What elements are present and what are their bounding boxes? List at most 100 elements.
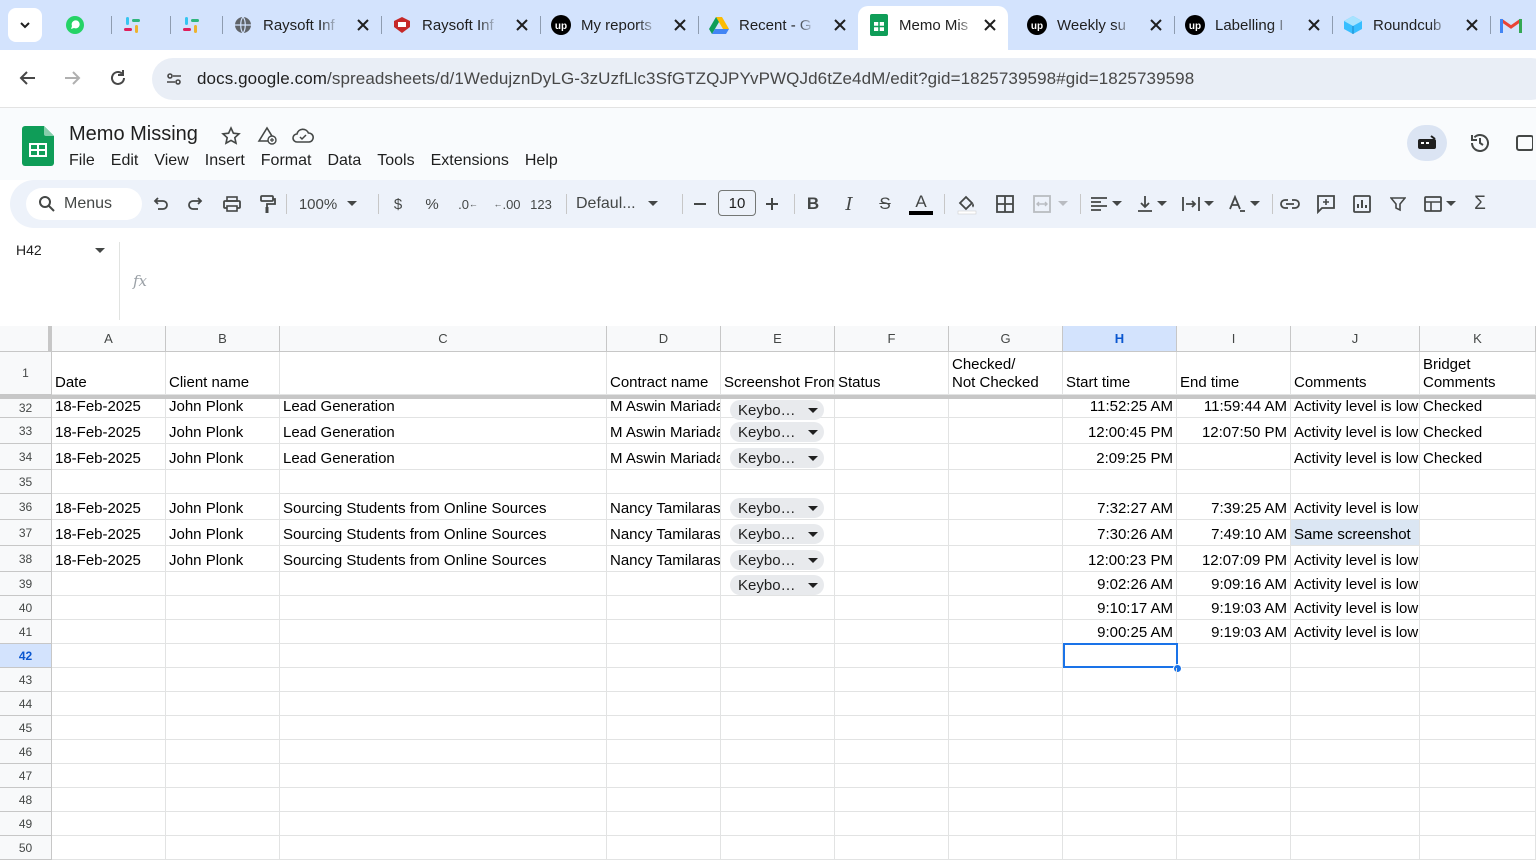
cell[interactable] (52, 788, 166, 812)
percent-format-button[interactable]: % (422, 190, 442, 218)
cell[interactable] (166, 668, 280, 692)
cell[interactable] (1420, 812, 1536, 836)
cell[interactable]: 18-Feb-2025 (52, 546, 166, 572)
cell[interactable] (607, 836, 721, 860)
select-all-corner[interactable] (0, 326, 52, 352)
cell[interactable]: John Plonk (166, 520, 280, 546)
cell[interactable] (949, 764, 1063, 788)
cell[interactable] (721, 812, 835, 836)
cell[interactable] (1420, 520, 1536, 546)
cell[interactable] (1420, 668, 1536, 692)
cell[interactable] (1177, 812, 1291, 836)
cell[interactable] (607, 470, 721, 494)
menu-format[interactable]: Format (261, 152, 312, 170)
cell[interactable]: M Aswin Mariadas (607, 418, 721, 444)
close-icon[interactable] (832, 17, 848, 33)
cell[interactable] (721, 788, 835, 812)
cell[interactable]: Sourcing Students from Online Sources (280, 546, 607, 572)
cell[interactable] (280, 596, 607, 620)
row-header[interactable]: 40 (0, 596, 52, 620)
cell[interactable] (607, 620, 721, 644)
cell[interactable] (835, 596, 949, 620)
cell[interactable]: 9:09:16 AM (1177, 572, 1291, 596)
forward-button[interactable] (58, 64, 86, 92)
merge-cells-button[interactable] (1028, 190, 1072, 218)
cell[interactable] (1420, 572, 1536, 596)
cell[interactable] (721, 836, 835, 860)
header-cell[interactable]: Checked/ Not Checked (949, 352, 1063, 395)
italic-button[interactable]: I (838, 190, 860, 218)
cell[interactable] (835, 520, 949, 546)
horizontal-align-button[interactable] (1088, 190, 1124, 218)
cell[interactable] (1063, 692, 1177, 716)
cell[interactable] (835, 788, 949, 812)
cell[interactable] (1291, 812, 1420, 836)
cell[interactable] (835, 418, 949, 444)
formula-input[interactable] (160, 268, 1520, 292)
cell[interactable] (1420, 546, 1536, 572)
cell[interactable] (280, 836, 607, 860)
create-filter-button[interactable] (1386, 190, 1410, 218)
cell[interactable] (721, 668, 835, 692)
cell[interactable] (607, 644, 721, 668)
row-header[interactable]: 50 (0, 836, 52, 860)
cell[interactable] (1177, 668, 1291, 692)
cell[interactable]: 18-Feb-2025 (52, 494, 166, 520)
cell[interactable] (52, 836, 166, 860)
cell[interactable]: 7:39:25 AM (1177, 494, 1291, 520)
header-cell[interactable]: Client name (166, 352, 280, 395)
cell[interactable] (1291, 470, 1420, 494)
move-to-drive-icon[interactable] (255, 125, 279, 147)
cell[interactable]: 12:00:23 PM (1063, 546, 1177, 572)
cell[interactable] (52, 740, 166, 764)
browser-tab[interactable]: up Labelling I (1174, 6, 1332, 44)
cell[interactable] (1420, 716, 1536, 740)
browser-tab[interactable]: Recent - G (698, 6, 858, 44)
cell[interactable]: Activity level is low (1291, 546, 1420, 572)
cell[interactable] (280, 668, 607, 692)
cell[interactable] (607, 692, 721, 716)
cell[interactable] (1063, 812, 1177, 836)
header-cell[interactable] (280, 352, 607, 395)
cell[interactable] (1177, 692, 1291, 716)
column-header-f[interactable]: F (835, 326, 949, 352)
close-icon[interactable] (1306, 17, 1322, 33)
cell[interactable] (52, 620, 166, 644)
cell[interactable] (166, 716, 280, 740)
browser-tab[interactable]: Raysoft Inf (381, 6, 540, 44)
row-header[interactable]: 41 (0, 620, 52, 644)
close-icon[interactable] (1148, 17, 1164, 33)
dropdown-chip[interactable]: Keybo… (730, 498, 824, 518)
cell[interactable] (607, 740, 721, 764)
cell[interactable] (280, 812, 607, 836)
cell[interactable] (1420, 620, 1536, 644)
cell[interactable] (835, 740, 949, 764)
reload-button[interactable] (104, 64, 132, 92)
cell[interactable]: 9:19:03 AM (1177, 620, 1291, 644)
increase-decimal-button[interactable]: ← .00 (492, 190, 522, 218)
close-icon[interactable] (514, 17, 530, 33)
cell[interactable] (52, 764, 166, 788)
cell[interactable] (949, 520, 1063, 546)
cell[interactable] (1420, 596, 1536, 620)
cell[interactable]: Sourcing Students from Online Sources (280, 520, 607, 546)
cell[interactable] (949, 470, 1063, 494)
menu-file[interactable]: File (69, 152, 95, 170)
cell[interactable]: Activity level is low (1291, 399, 1420, 418)
decrease-font-size-button[interactable] (690, 190, 710, 218)
cell[interactable] (280, 470, 607, 494)
text-color-button[interactable]: A (908, 190, 934, 218)
cell[interactable] (949, 668, 1063, 692)
cell[interactable]: 2:09:25 PM (1063, 444, 1177, 470)
cell[interactable] (280, 764, 607, 788)
cell[interactable] (1177, 470, 1291, 494)
star-icon[interactable] (219, 125, 243, 147)
cell[interactable] (835, 620, 949, 644)
cell[interactable] (949, 716, 1063, 740)
undo-button[interactable] (148, 190, 172, 218)
browser-tab[interactable] (170, 6, 222, 44)
browser-tab[interactable] (111, 6, 170, 44)
site-settings-icon[interactable] (162, 67, 186, 91)
row-header[interactable]: 47 (0, 764, 52, 788)
browser-tab[interactable]: Memo Mis (858, 6, 1008, 50)
